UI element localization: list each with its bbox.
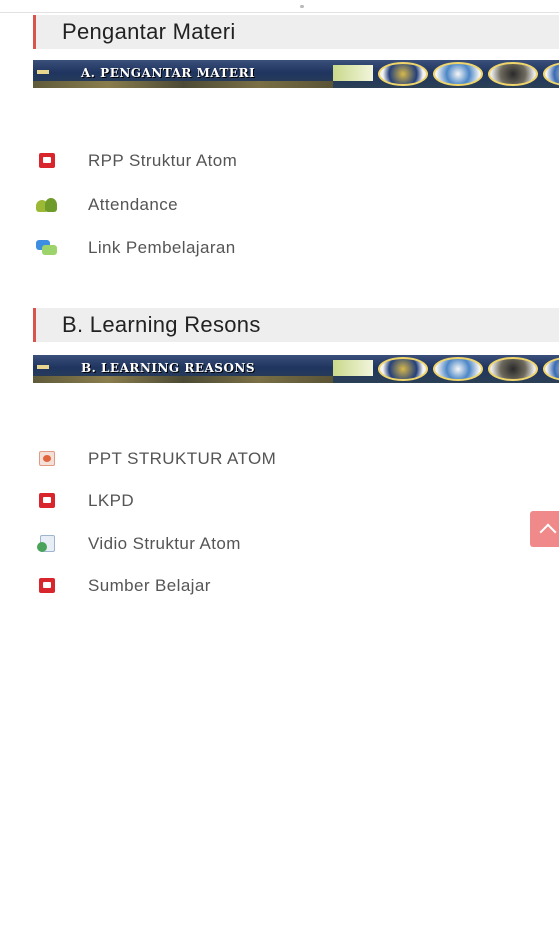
emblem-icon <box>378 62 428 86</box>
pdf-icon <box>36 152 58 170</box>
top-divider <box>0 12 559 13</box>
portrait-icon <box>488 62 538 86</box>
logo-icon <box>543 357 559 381</box>
activity-lkpd[interactable]: LKPD <box>36 488 134 514</box>
activity-link-pembelajaran[interactable]: Link Pembelajaran <box>36 235 236 261</box>
banner-ground <box>33 81 333 88</box>
activity-rpp-struktur-atom[interactable]: RPP Struktur Atom <box>36 148 237 174</box>
activity-label[interactable]: PPT STRUKTUR ATOM <box>88 449 276 469</box>
banner-ground <box>33 376 333 383</box>
activity-label[interactable]: Attendance <box>88 195 178 215</box>
section-title: B. Learning Resons <box>62 312 261 337</box>
activity-sumber-belajar[interactable]: Sumber Belajar <box>36 573 211 599</box>
powerpoint-icon <box>36 450 58 468</box>
section-banner-learning-reasons: B. LEARNING REASONS <box>33 355 559 383</box>
activity-label[interactable]: Link Pembelajaran <box>88 238 236 258</box>
banner-decoration <box>37 70 49 74</box>
logo-icon <box>433 357 483 381</box>
logo-icon <box>543 62 559 86</box>
attendance-icon <box>36 196 58 214</box>
section-header-pengantar-materi[interactable]: Pengantar Materi <box>33 15 559 49</box>
banner-strip <box>333 360 373 376</box>
activity-label[interactable]: Vidio Struktur Atom <box>88 534 241 554</box>
emblem-icon <box>378 357 428 381</box>
pdf-icon <box>36 577 58 595</box>
section-title: Pengantar Materi <box>62 19 236 44</box>
activity-label[interactable]: Sumber Belajar <box>88 576 211 596</box>
section-banner-pengantar-materi: A. PENGANTAR MATERI <box>33 60 559 88</box>
logo-icon <box>433 62 483 86</box>
banner-label: B. LEARNING REASONS <box>81 361 256 375</box>
portrait-icon <box>488 357 538 381</box>
activity-label[interactable]: RPP Struktur Atom <box>88 151 237 171</box>
top-indicator <box>300 5 304 8</box>
pdf-icon <box>36 492 58 510</box>
activity-ppt-struktur-atom[interactable]: PPT STRUKTUR ATOM <box>36 446 276 472</box>
activity-label[interactable]: LKPD <box>88 491 134 511</box>
banner-decoration <box>37 365 49 369</box>
forum-icon <box>36 239 58 257</box>
banner-label: A. PENGANTAR MATERI <box>81 66 256 80</box>
activity-vidio-struktur-atom[interactable]: Vidio Struktur Atom <box>36 531 241 557</box>
banner-strip <box>333 65 373 81</box>
section-header-learning-resons[interactable]: B. Learning Resons <box>33 308 559 342</box>
scroll-to-top-button[interactable] <box>530 511 559 547</box>
file-icon <box>36 535 58 553</box>
activity-attendance[interactable]: Attendance <box>36 192 178 218</box>
